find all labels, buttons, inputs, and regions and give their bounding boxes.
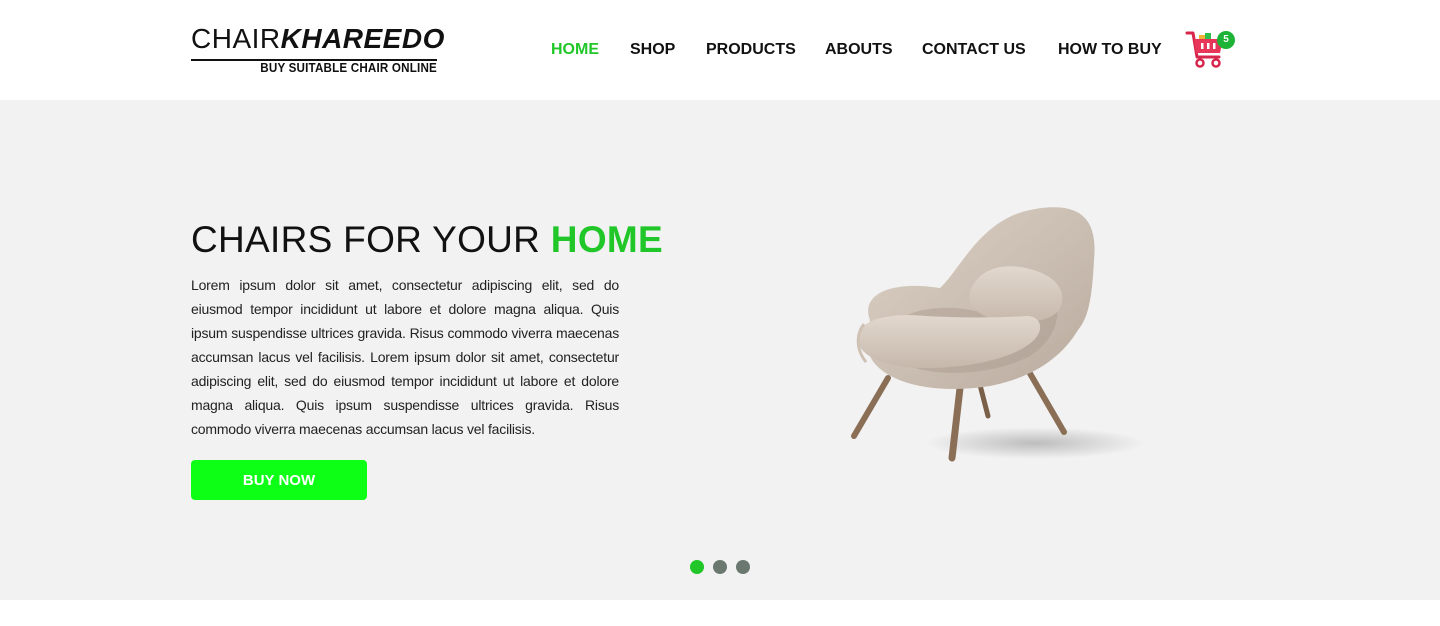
cart-count-badge: 5: [1217, 31, 1235, 49]
hero-title: CHAIRS FOR YOUR HOME: [191, 218, 663, 262]
armchair-image: [851, 207, 1145, 462]
nav-item-home[interactable]: HOME: [551, 38, 599, 62]
logo-brand-bold: KHAREEDO: [280, 23, 445, 54]
nav-item-abouts[interactable]: ABOUTS: [825, 38, 893, 62]
hero-description: Lorem ipsum dolor sit amet, consectetur …: [191, 277, 619, 437]
logo-brand-light: CHAIR: [191, 23, 281, 54]
slider-dots: [690, 560, 752, 574]
hero-title-plain: CHAIRS FOR YOUR: [191, 219, 541, 260]
nav-item-shop[interactable]: SHOP: [630, 38, 675, 62]
logo-wordmark: CHAIRKHAREEDO: [191, 22, 444, 56]
nav-item-products[interactable]: PRODUCTS: [706, 38, 796, 62]
hero-title-highlight: HOME: [550, 219, 663, 260]
nav-item-contact-us[interactable]: CONTACT US: [922, 38, 1026, 62]
cart-button[interactable]: 5: [1185, 29, 1237, 71]
hero-slider: CHAIRS FOR YOUR HOME Lorem ipsum dolor s…: [0, 100, 1440, 600]
site-header: CHAIRKHAREEDO BUY SUITABLE CHAIR ONLINE …: [0, 0, 1440, 100]
logo[interactable]: CHAIRKHAREEDO BUY SUITABLE CHAIR ONLINE: [191, 22, 444, 78]
buy-now-button[interactable]: BUY NOW: [191, 460, 367, 500]
nav-item-how-to-buy[interactable]: HOW TO BUY: [1058, 38, 1162, 62]
slider-dot-3[interactable]: [736, 560, 750, 574]
slider-dot-2[interactable]: [713, 560, 727, 574]
logo-tagline: BUY SUITABLE CHAIR ONLINE: [260, 61, 437, 75]
slider-dot-1[interactable]: [690, 560, 704, 574]
